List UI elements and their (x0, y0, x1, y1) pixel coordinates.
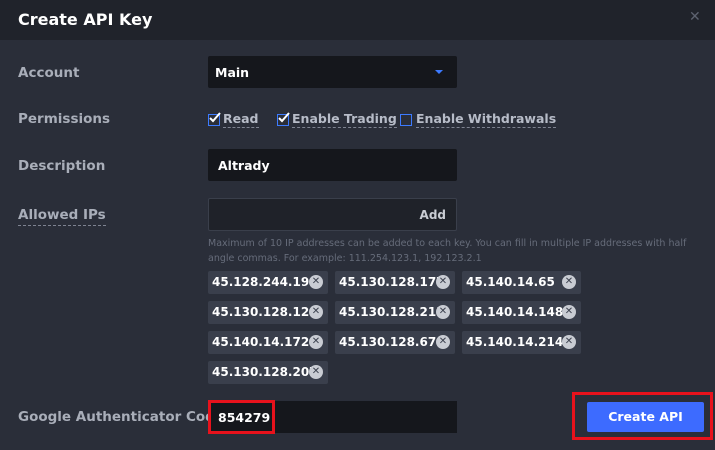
ip-chip: 45.130.128.215 ✕ (335, 301, 455, 324)
ip-chip: 45.140.14.214 ✕ (462, 331, 581, 354)
dialog-title: Create API Key (18, 10, 153, 29)
remove-ip-icon[interactable]: ✕ (562, 305, 576, 319)
remove-ip-icon[interactable]: ✕ (562, 335, 576, 349)
description-label: Description (18, 158, 106, 174)
remove-ip-icon[interactable]: ✕ (436, 335, 450, 349)
remove-ip-icon[interactable]: ✕ (309, 305, 323, 319)
close-icon[interactable]: ✕ (689, 10, 703, 24)
remove-ip-icon[interactable]: ✕ (309, 365, 323, 379)
remove-ip-icon[interactable]: ✕ (309, 275, 323, 289)
add-ip-button[interactable]: Add (420, 208, 446, 222)
ip-chip: 45.140.14.148 ✕ (462, 301, 581, 324)
ip-chip: 45.130.128.177 ✕ (335, 271, 455, 294)
allowed-ips-hint: Maximum of 10 IP addresses can be added … (208, 238, 687, 264)
ip-chip: 45.130.128.207 ✕ (208, 361, 328, 384)
ip-chip-address: 45.130.128.124 (212, 305, 318, 319)
permission-read-checkbox[interactable]: Read (208, 111, 259, 128)
code-highlight-box (208, 400, 275, 434)
ip-chip-address: 45.130.128.67 (339, 335, 437, 349)
permissions-label: Permissions (18, 111, 111, 127)
ip-chip-address: 45.140.14.148 (466, 305, 564, 319)
account-select[interactable]: Main (208, 56, 457, 88)
description-input-value: Altrady (218, 158, 270, 173)
ip-chip-address: 45.130.128.177 (339, 275, 445, 289)
remove-ip-icon[interactable]: ✕ (309, 335, 323, 349)
ip-address-input[interactable]: Add (208, 198, 457, 231)
permission-withdrawals-label: Enable Withdrawals (416, 111, 557, 128)
account-label: Account (18, 65, 80, 81)
account-select-value: Main (215, 65, 250, 80)
remove-ip-icon[interactable]: ✕ (436, 305, 450, 319)
checkbox-checked-icon (208, 111, 221, 126)
allowed-ips-label: Allowed IPs (18, 207, 106, 226)
dialog-titlebar: Create API Key ✕ (0, 0, 715, 40)
create-api-key-dialog: Create API Key ✕ Account Main Permission… (0, 0, 715, 450)
ip-chip-address: 45.130.128.215 (339, 305, 445, 319)
remove-ip-icon[interactable]: ✕ (562, 275, 576, 289)
permission-trading-label: Enable Trading (292, 111, 397, 128)
ip-chip-address: 45.140.14.65 (466, 275, 555, 289)
ip-chip-address: 45.128.244.199 (212, 275, 318, 289)
ip-chip: 45.128.244.199 ✕ (208, 271, 328, 294)
ip-chip: 45.130.128.124 ✕ (208, 301, 328, 324)
ip-chip-address: 45.140.14.172 (212, 335, 310, 349)
permission-read-label: Read (223, 111, 259, 128)
ip-chip-address: 45.130.128.207 (212, 365, 318, 379)
ip-chip-address: 45.140.14.214 (466, 335, 564, 349)
chevron-down-icon (435, 70, 443, 74)
ip-chip: 45.130.128.67 ✕ (335, 331, 455, 354)
permission-withdrawals-checkbox[interactable]: Enable Withdrawals (400, 111, 557, 128)
permission-trading-checkbox[interactable]: Enable Trading (277, 111, 397, 128)
checkbox-checked-icon (277, 111, 290, 126)
checkbox-unchecked-icon (400, 113, 412, 126)
remove-ip-icon[interactable]: ✕ (436, 275, 450, 289)
ip-chip: 45.140.14.65 ✕ (462, 271, 581, 294)
google-auth-label: Google Authenticator Code (18, 409, 224, 425)
description-input[interactable]: Altrady (208, 149, 457, 181)
create-api-button[interactable]: Create API (587, 402, 704, 432)
ip-chip: 45.140.14.172 ✕ (208, 331, 328, 354)
